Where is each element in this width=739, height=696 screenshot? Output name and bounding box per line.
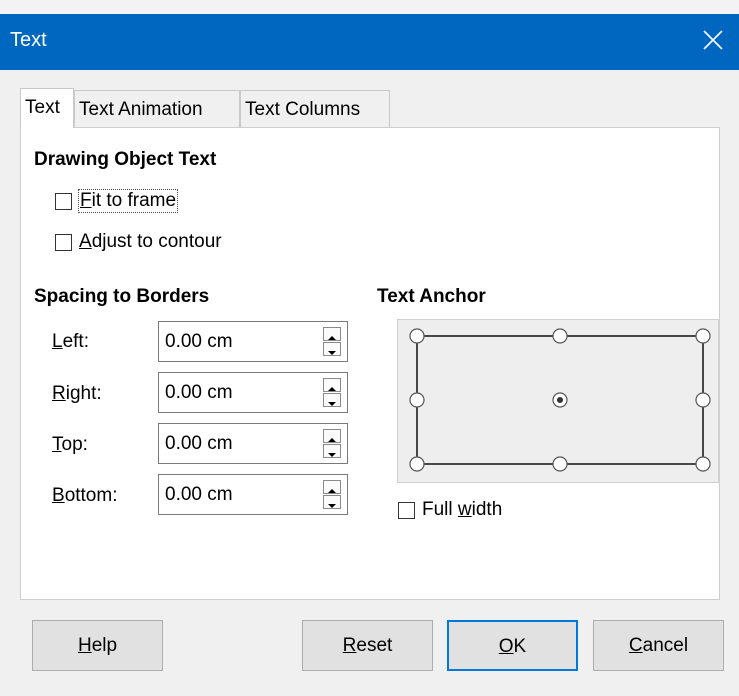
right-spin-up[interactable] — [323, 378, 341, 392]
help-button[interactable]: Help — [32, 620, 163, 671]
tab-text-label: Text — [25, 97, 60, 118]
left-spacing-value[interactable]: 0.00 cm — [165, 331, 233, 353]
left-rest: eft: — [62, 331, 89, 352]
left-spacing-field[interactable]: 0.00 cm — [158, 321, 348, 362]
top-rest: op: — [61, 434, 88, 455]
anchor-top-center[interactable] — [552, 328, 568, 344]
text-anchor-diagram — [409, 328, 711, 472]
spin-down-icon — [328, 351, 336, 355]
right-mnemonic: R — [52, 383, 66, 404]
fit-to-frame-box[interactable] — [55, 193, 72, 210]
right-spin-buttons[interactable] — [323, 378, 341, 407]
bottom-mnemonic: B — [52, 485, 65, 506]
adjust-to-contour-mnemonic: A — [79, 231, 92, 252]
adjust-to-contour-box[interactable] — [55, 234, 72, 251]
text-anchor-heading: Text Anchor — [377, 286, 486, 307]
reset-button[interactable]: Reset — [302, 620, 433, 671]
anchor-bottom-center[interactable] — [552, 456, 568, 472]
bottom-spin-buttons[interactable] — [323, 480, 341, 509]
anchor-bottom-left[interactable] — [409, 456, 425, 472]
anchor-top-right[interactable] — [695, 328, 711, 344]
fit-to-frame-rest: it to frame — [91, 190, 177, 211]
tab-text-columns-label: Text Columns — [245, 99, 361, 120]
tab-panel: Drawing Object Text Fit to frame Adjust … — [20, 127, 720, 600]
adjust-to-contour-rest: djust to contour — [91, 231, 222, 252]
reset-mnemonic: R — [342, 635, 357, 656]
close-icon[interactable] — [701, 28, 725, 52]
top-spacing-field[interactable]: 0.00 cm — [158, 423, 348, 464]
bottom-spacing-value[interactable]: 0.00 cm — [165, 484, 233, 506]
fit-to-frame-mnemonic: F — [80, 190, 92, 211]
full-width-box[interactable] — [398, 502, 415, 519]
text-anchor-selector[interactable] — [397, 319, 719, 483]
anchor-center-selected-dot — [557, 397, 563, 403]
help-rest: elp — [91, 635, 118, 656]
top-spin-down[interactable] — [323, 444, 341, 458]
top-spin-buttons[interactable] — [323, 429, 341, 458]
bottom-spin-down[interactable] — [323, 495, 341, 509]
ok-rest: K — [513, 636, 527, 657]
full-width-rest: idth — [471, 499, 503, 520]
drawing-object-text-heading: Drawing Object Text — [34, 149, 217, 170]
title-bar: Text — [0, 14, 739, 70]
cancel-mnemonic: C — [628, 635, 643, 656]
right-label: Right: — [52, 383, 102, 405]
reset-rest: eset — [356, 635, 393, 656]
tab-text-animation[interactable]: Text Animation — [74, 90, 240, 128]
spin-down-icon — [328, 504, 336, 508]
full-width-label: Full width — [422, 499, 502, 521]
spin-down-icon — [328, 402, 336, 406]
left-mnemonic: L — [52, 331, 63, 352]
top-spacing-value[interactable]: 0.00 cm — [165, 433, 233, 455]
tab-text-animation-label: Text Animation — [79, 99, 203, 120]
top-strip — [0, 0, 739, 14]
cancel-button[interactable]: Cancel — [593, 620, 724, 671]
bottom-label: Bottom: — [52, 485, 118, 507]
help-mnemonic: H — [77, 635, 92, 656]
left-spin-buttons[interactable] — [323, 327, 341, 356]
spin-down-icon — [328, 453, 336, 457]
text-dialog: Text Text Text Animation Text Columns Dr… — [0, 0, 739, 696]
top-label: Top: — [52, 434, 88, 456]
full-width-mnemonic: w — [457, 499, 472, 520]
ok-mnemonic: O — [498, 636, 514, 657]
left-spin-up[interactable] — [323, 327, 341, 341]
anchor-top-left[interactable] — [409, 328, 425, 344]
top-mnemonic: T — [52, 434, 62, 455]
fit-to-frame-label: Fit to frame — [77, 189, 179, 213]
cancel-rest: ancel — [642, 635, 689, 656]
window-title: Text — [10, 29, 47, 51]
anchor-middle-left[interactable] — [409, 392, 425, 408]
top-spin-up[interactable] — [323, 429, 341, 443]
full-width-before: Full — [422, 499, 458, 520]
left-label: Left: — [52, 331, 89, 353]
right-rest: ight: — [65, 383, 102, 404]
spacing-to-borders-heading: Spacing to Borders — [34, 286, 210, 307]
right-spacing-value[interactable]: 0.00 cm — [165, 382, 233, 404]
bottom-spacing-field[interactable]: 0.00 cm — [158, 474, 348, 515]
left-spin-down[interactable] — [323, 342, 341, 356]
right-spacing-field[interactable]: 0.00 cm — [158, 372, 348, 413]
tab-text-columns[interactable]: Text Columns — [240, 90, 390, 128]
adjust-to-contour-label: Adjust to contour — [79, 231, 222, 253]
bottom-spin-up[interactable] — [323, 480, 341, 494]
bottom-rest: ottom: — [64, 485, 118, 506]
ok-button[interactable]: OK — [447, 620, 578, 671]
anchor-bottom-right[interactable] — [695, 456, 711, 472]
right-spin-down[interactable] — [323, 393, 341, 407]
anchor-middle-right[interactable] — [695, 392, 711, 408]
tab-text[interactable]: Text — [20, 88, 74, 128]
